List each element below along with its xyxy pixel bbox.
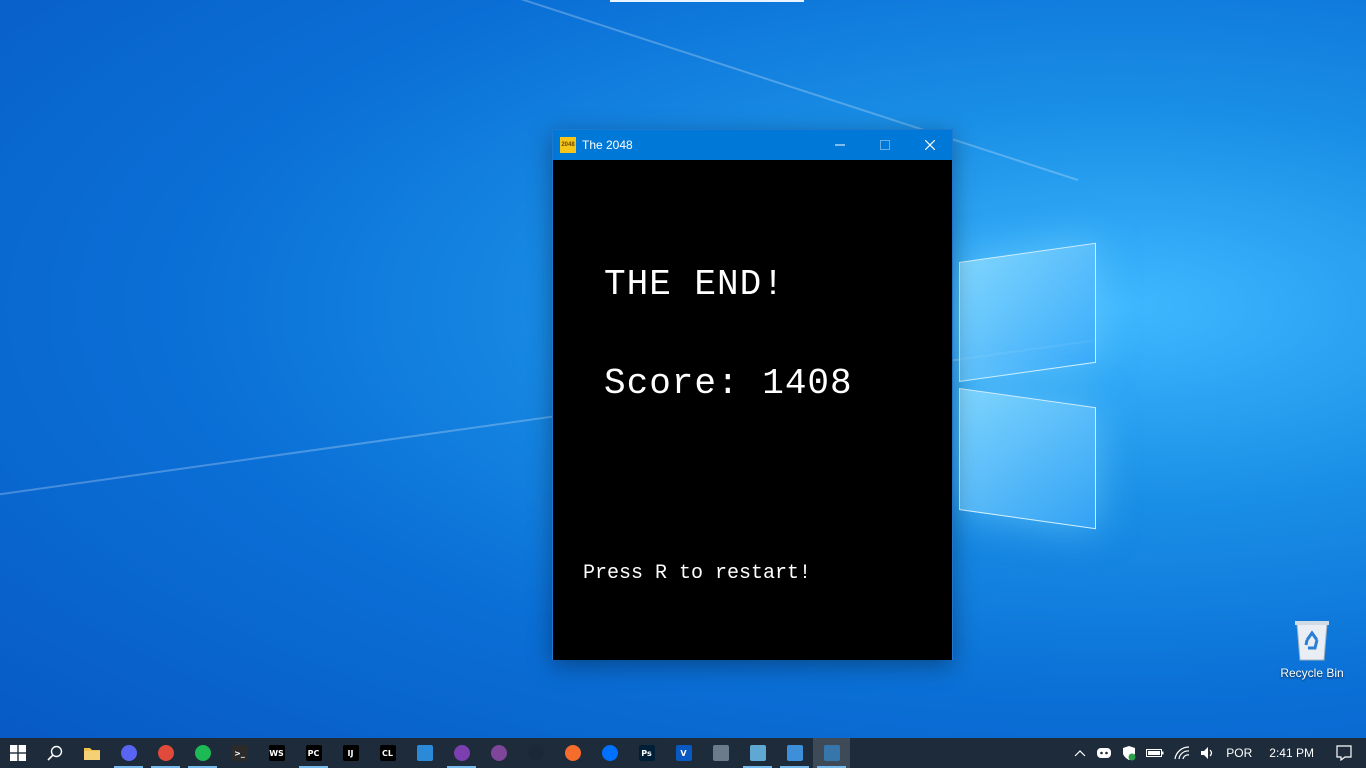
- tray-battery[interactable]: [1141, 738, 1169, 768]
- game-canvas[interactable]: THE END! Score: 1408 Press R to restart!: [553, 160, 952, 660]
- window-titlebar[interactable]: 2048 The 2048: [553, 130, 952, 160]
- game-over-title: THE END!: [604, 264, 785, 305]
- taskbar-app-pycharm[interactable]: PC: [295, 738, 332, 768]
- taskbar-app-steam[interactable]: [517, 738, 554, 768]
- clock[interactable]: 2:41 PM: [1257, 738, 1326, 768]
- taskbar-app-discord[interactable]: [110, 738, 147, 768]
- system-tray: POR 2:41 PM: [1069, 738, 1366, 768]
- taskbar-app-clion[interactable]: CL: [369, 738, 406, 768]
- discord-icon: [120, 745, 137, 761]
- final-score: Score: 1408: [604, 363, 853, 404]
- taskbar-app-calculator[interactable]: [702, 738, 739, 768]
- speaker-icon: [1201, 747, 1213, 759]
- recycle-bin-label: Recycle Bin: [1280, 666, 1344, 680]
- clion-icon: CL: [379, 745, 396, 761]
- taskbar-app-chrome[interactable]: [147, 738, 184, 768]
- search-icon: [46, 745, 62, 761]
- photoshop-icon: Ps: [638, 745, 655, 761]
- windows-logo-pane: [959, 242, 1096, 382]
- minimize-button[interactable]: [817, 130, 862, 160]
- close-button[interactable]: [907, 130, 952, 160]
- calculator-icon: [712, 745, 729, 761]
- taskbar-app-spotify[interactable]: [184, 738, 221, 768]
- language-indicator[interactable]: POR: [1221, 738, 1257, 768]
- notepad-icon: [749, 745, 766, 761]
- tray-volume[interactable]: [1195, 738, 1221, 768]
- ubisoft-icon: [601, 745, 618, 761]
- shield-icon: [1123, 746, 1136, 761]
- chrome-icon: [157, 745, 174, 761]
- spotify-icon: [194, 745, 211, 761]
- pycharm-icon: PC: [305, 745, 322, 761]
- restart-hint: Press R to restart!: [583, 562, 812, 585]
- taskbar-app-ubisoft[interactable]: [591, 738, 628, 768]
- file-explorer-button[interactable]: [73, 738, 110, 768]
- tray-discord[interactable]: [1091, 738, 1117, 768]
- vscode-icon: [416, 745, 433, 761]
- webstorm-icon: WS: [268, 745, 285, 761]
- taskbar-app-photoshop[interactable]: Ps: [628, 738, 665, 768]
- app-icon: 2048: [560, 137, 576, 153]
- recycle-bin-shortcut[interactable]: Recycle Bin: [1277, 618, 1347, 680]
- maximize-button[interactable]: [862, 130, 907, 160]
- notification-icon: [1336, 745, 1352, 761]
- taskbar-app-intellij[interactable]: IJ: [332, 738, 369, 768]
- chevron-up-icon: [1074, 750, 1086, 757]
- show-hidden-icons-button[interactable]: [1069, 738, 1091, 768]
- taskbar-app-terminal[interactable]: >_: [221, 738, 258, 768]
- intellij-icon: IJ: [342, 745, 359, 761]
- taskbar-app-vegas[interactable]: V: [665, 738, 702, 768]
- github-desktop-icon: [453, 745, 470, 761]
- action-center-button[interactable]: [1326, 738, 1366, 768]
- steam-icon: [527, 745, 544, 761]
- start-button[interactable]: [0, 738, 36, 768]
- tray-security[interactable]: [1117, 738, 1141, 768]
- tor-browser-icon: [490, 745, 507, 761]
- taskbar-app-origin[interactable]: [554, 738, 591, 768]
- taskbar-app-tor-browser[interactable]: [480, 738, 517, 768]
- wifi-icon: [1174, 746, 1190, 760]
- taskbar: >_ WS PC IJ CL Ps V POR 2:41 PM: [0, 738, 1366, 768]
- origin-icon: [564, 745, 581, 761]
- folder-icon: [83, 748, 100, 760]
- battery-icon: [1146, 749, 1164, 757]
- search-button[interactable]: [36, 738, 73, 768]
- taskbar-app-github-desktop[interactable]: [443, 738, 480, 768]
- taskbar-app-vscode[interactable]: [406, 738, 443, 768]
- taskbar-app-python-game[interactable]: [813, 738, 850, 768]
- windows-start-icon: [10, 745, 26, 761]
- settings-icon: [786, 745, 803, 761]
- wallpaper-strip: [610, 0, 804, 2]
- tray-network[interactable]: [1169, 738, 1195, 768]
- python-game-icon: [823, 745, 840, 761]
- discord-icon: [1097, 748, 1112, 758]
- windows-logo-pane: [959, 388, 1096, 530]
- recycle-bin-icon: [1295, 621, 1329, 661]
- maximize-icon: [879, 140, 890, 150]
- window-title: The 2048: [582, 138, 633, 152]
- vegas-icon: V: [675, 745, 692, 761]
- game-window[interactable]: 2048 The 2048 THE END! Score: 1408 Press…: [552, 129, 953, 660]
- terminal-icon: >_: [231, 745, 248, 761]
- taskbar-pinned-apps: >_ WS PC IJ CL Ps V: [110, 738, 850, 768]
- taskbar-app-settings[interactable]: [776, 738, 813, 768]
- close-icon: [924, 140, 935, 150]
- taskbar-app-webstorm[interactable]: WS: [258, 738, 295, 768]
- taskbar-app-notepad[interactable]: [739, 738, 776, 768]
- minimize-icon: [834, 144, 845, 146]
